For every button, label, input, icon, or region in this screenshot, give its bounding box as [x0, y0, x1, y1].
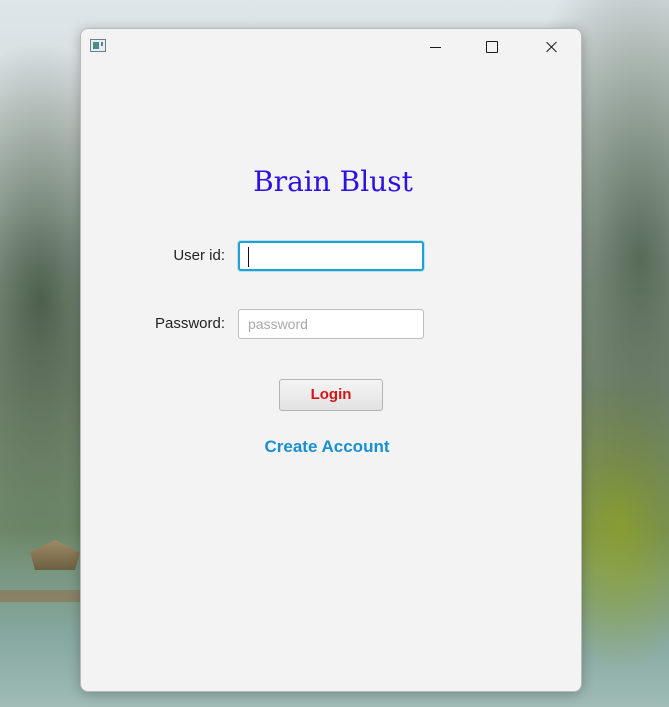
- password-placeholder: password: [248, 316, 308, 332]
- title-bar[interactable]: [81, 29, 581, 65]
- maximize-button[interactable]: [463, 29, 521, 65]
- password-label: Password:: [154, 315, 225, 332]
- login-button[interactable]: Login: [279, 379, 383, 411]
- app-icon: [90, 39, 106, 52]
- close-icon: [545, 41, 557, 53]
- app-title: Brain Blust: [253, 165, 413, 198]
- password-input[interactable]: password: [238, 309, 424, 339]
- user-id-label: User id:: [173, 247, 225, 264]
- background-dock: [0, 590, 80, 602]
- maximize-icon: [486, 41, 498, 53]
- text-caret: [248, 247, 249, 267]
- create-account-link[interactable]: Create Account: [81, 437, 573, 457]
- minimize-button[interactable]: [406, 29, 464, 65]
- minimize-icon: [429, 46, 441, 48]
- close-button[interactable]: [522, 29, 580, 65]
- login-window: Brain Blust User id: Password: password …: [80, 28, 582, 692]
- user-id-input[interactable]: [238, 241, 424, 271]
- background-hut: [30, 540, 80, 570]
